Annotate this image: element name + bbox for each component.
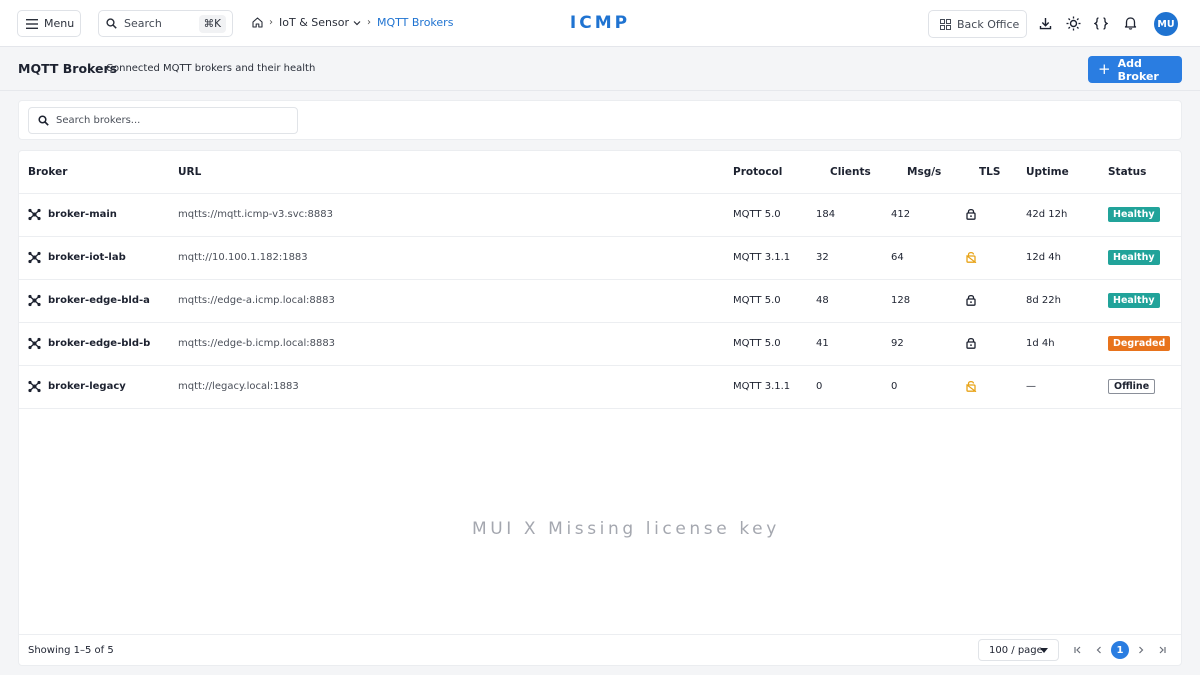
table-row[interactable]: broker-legacy mqtt://legacy.local:1883 MQT…	[19, 366, 1181, 409]
back-office-button[interactable]: Back Office	[928, 10, 1027, 38]
table-row[interactable]: broker-iot-lab mqtt://10.100.1.182:1883 MQ…	[19, 237, 1181, 280]
header-divider	[0, 90, 1200, 91]
broker-msgs-per-sec: 412	[891, 209, 911, 220]
column-header-tls[interactable]: TLS	[979, 166, 1000, 178]
broker-name[interactable]: broker-edge-bld-a	[48, 295, 150, 306]
license-watermark: MUI X Missing license key	[472, 519, 780, 539]
column-header-protocol[interactable]: Protocol	[733, 166, 782, 178]
add-broker-label: Add Broker	[1117, 56, 1159, 83]
next-page-icon[interactable]	[1132, 641, 1150, 659]
column-header-msgs[interactable]: Msg/s	[907, 166, 941, 178]
broker-clients: 41	[816, 338, 829, 349]
broker-search-field[interactable]	[28, 107, 298, 134]
broker-name[interactable]: broker-legacy	[48, 381, 126, 392]
previous-page-icon[interactable]	[1090, 641, 1108, 659]
top-bar: Menu Search ⌘K › IoT & Sensor › MQTT Bro…	[0, 0, 1200, 47]
lock-icon	[966, 337, 976, 352]
rows-count-text: Showing 1–5 of 5	[28, 645, 114, 656]
broker-icon	[28, 208, 41, 224]
status-badge: Healthy	[1108, 293, 1160, 308]
status-badge: Offline	[1108, 379, 1156, 394]
column-header-status[interactable]: Status	[1108, 166, 1146, 178]
broker-protocol: MQTT 5.0	[733, 295, 781, 306]
broker-icon	[28, 337, 41, 353]
user-avatar[interactable]: MU	[1154, 12, 1178, 36]
broker-icon	[28, 251, 41, 267]
broker-icon	[28, 294, 41, 310]
broker-uptime: —	[1026, 381, 1036, 392]
status-badge: Healthy	[1108, 207, 1160, 222]
page-button-current[interactable]: 1	[1111, 641, 1129, 659]
broker-url: mqtts://mqtt.icmp-v3.svc:8883	[178, 209, 333, 220]
bell-icon[interactable]	[1122, 15, 1138, 31]
back-office-label: Back Office	[957, 17, 1020, 31]
status-badge: Healthy	[1108, 250, 1160, 265]
broker-clients: 48	[816, 295, 829, 306]
brokers-table: Broker URL Protocol Clients Msg/s TLS Up…	[18, 150, 1182, 666]
page-size-select[interactable]: 100 / page	[978, 639, 1059, 661]
broker-icon	[28, 380, 41, 396]
column-header-uptime[interactable]: Uptime	[1026, 166, 1069, 178]
table-row[interactable]: broker-main mqtts://mqtt.icmp-v3.svc:8883…	[19, 194, 1181, 237]
unlock-warning-icon	[966, 380, 977, 395]
broker-search-input[interactable]	[56, 115, 276, 126]
broker-protocol: MQTT 3.1.1	[733, 252, 791, 263]
footer-divider	[19, 634, 1181, 635]
column-header-clients[interactable]: Clients	[830, 166, 871, 178]
column-header-broker[interactable]: Broker	[28, 166, 67, 178]
broker-url: mqtts://edge-b.icmp.local:8883	[178, 338, 336, 349]
lock-icon	[966, 294, 976, 309]
broker-msgs-per-sec: 92	[891, 338, 904, 349]
caret-down-icon	[1040, 648, 1048, 653]
table-row[interactable]: broker-edge-bld-b mqtts://edge-b.icmp.loc…	[19, 323, 1181, 366]
broker-clients: 0	[816, 381, 823, 392]
broker-protocol: MQTT 5.0	[733, 338, 781, 349]
column-header-url[interactable]: URL	[178, 166, 201, 178]
page-title: MQTT Brokers	[18, 61, 118, 76]
broker-clients: 32	[816, 252, 829, 263]
broker-name[interactable]: broker-iot-lab	[48, 252, 126, 263]
broker-msgs-per-sec: 64	[891, 252, 904, 263]
table-row[interactable]: broker-edge-bld-a mqtts://edge-a.icmp.loc…	[19, 280, 1181, 323]
broker-protocol: MQTT 3.1.1	[733, 381, 791, 392]
page-size-value: 100 / page	[989, 644, 1043, 656]
broker-msgs-per-sec: 0	[891, 381, 898, 392]
broker-url: mqtt://legacy.local:1883	[178, 381, 299, 392]
broker-clients: 184	[816, 209, 836, 220]
broker-uptime: 8d 22h	[1026, 295, 1061, 306]
lock-icon	[966, 208, 976, 223]
first-page-icon[interactable]	[1069, 641, 1087, 659]
broker-protocol: MQTT 5.0	[733, 209, 781, 220]
broker-url: mqtt://10.100.1.182:1883	[178, 252, 308, 263]
last-page-icon[interactable]	[1153, 641, 1171, 659]
broker-msgs-per-sec: 128	[891, 295, 911, 306]
status-badge: Degraded	[1108, 336, 1171, 351]
search-icon	[38, 115, 49, 126]
broker-name[interactable]: broker-main	[48, 209, 117, 220]
broker-uptime: 1d 4h	[1026, 338, 1055, 349]
search-panel	[18, 100, 1182, 140]
broker-uptime: 42d 12h	[1026, 209, 1068, 220]
theme-toggle-icon[interactable]	[1065, 15, 1081, 31]
page-subtitle: Connected MQTT brokers and their health	[106, 63, 316, 74]
broker-name[interactable]: broker-edge-bld-b	[48, 338, 150, 349]
add-broker-button[interactable]: + Add Broker	[1088, 56, 1182, 83]
grid-icon	[940, 18, 951, 30]
broker-uptime: 12d 4h	[1026, 252, 1061, 263]
broker-url: mqtts://edge-a.icmp.local:8883	[178, 295, 335, 306]
unlock-warning-icon	[966, 251, 977, 266]
download-icon[interactable]	[1037, 15, 1053, 31]
code-braces-icon[interactable]	[1093, 15, 1109, 31]
plus-icon: +	[1098, 60, 1111, 78]
